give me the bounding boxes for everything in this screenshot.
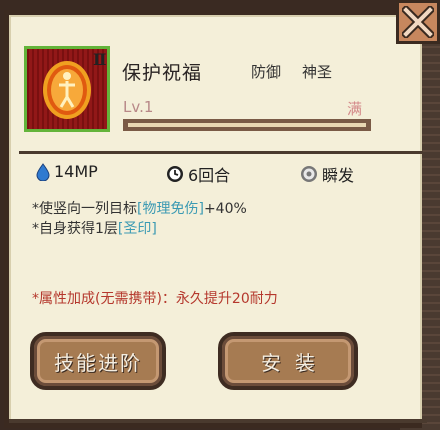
- cast-type-value: 瞬发: [322, 166, 355, 185]
- divider: [19, 151, 423, 154]
- close-x-icon: [402, 6, 434, 38]
- duration: 6回合: [166, 162, 230, 186]
- instant-cast-icon: [301, 166, 317, 182]
- close-button[interactable]: [396, 0, 440, 44]
- max-level-label: 满: [347, 100, 363, 118]
- description-line-1: *使竖向一列目标[物理免伤]+40%: [32, 201, 247, 217]
- divider: [9, 419, 427, 423]
- skill-name: 保护祝福: [122, 62, 203, 84]
- mp-cost: 14MP: [36, 162, 98, 181]
- skill-tag-defense: 防御: [251, 63, 282, 81]
- skill-level: Lv.1: [123, 98, 154, 116]
- level-progress-fill: [128, 123, 366, 127]
- skill-upgrade-button[interactable]: 技能进阶: [30, 332, 166, 390]
- mp-cost-value: 14MP: [54, 162, 98, 181]
- attribute-bonus: *属性加成(无需携带)：永久提升20耐力: [32, 291, 278, 307]
- keyword-holy-seal[interactable]: [圣印]: [118, 221, 157, 237]
- install-button[interactable]: 安装: [218, 332, 358, 390]
- keyword-physical-resist[interactable]: [物理免伤]: [137, 201, 204, 217]
- cast-type: 瞬发: [300, 162, 354, 186]
- clock-icon: [167, 166, 183, 182]
- skill-rank: Ⅱ: [93, 50, 107, 69]
- skill-tag-holy: 神圣: [302, 63, 333, 81]
- water-drop-icon: [36, 162, 50, 181]
- duration-value: 6回合: [188, 166, 231, 185]
- description-line-2: *自身获得1层[圣印]: [32, 221, 157, 237]
- level-progress-bar: [123, 119, 371, 131]
